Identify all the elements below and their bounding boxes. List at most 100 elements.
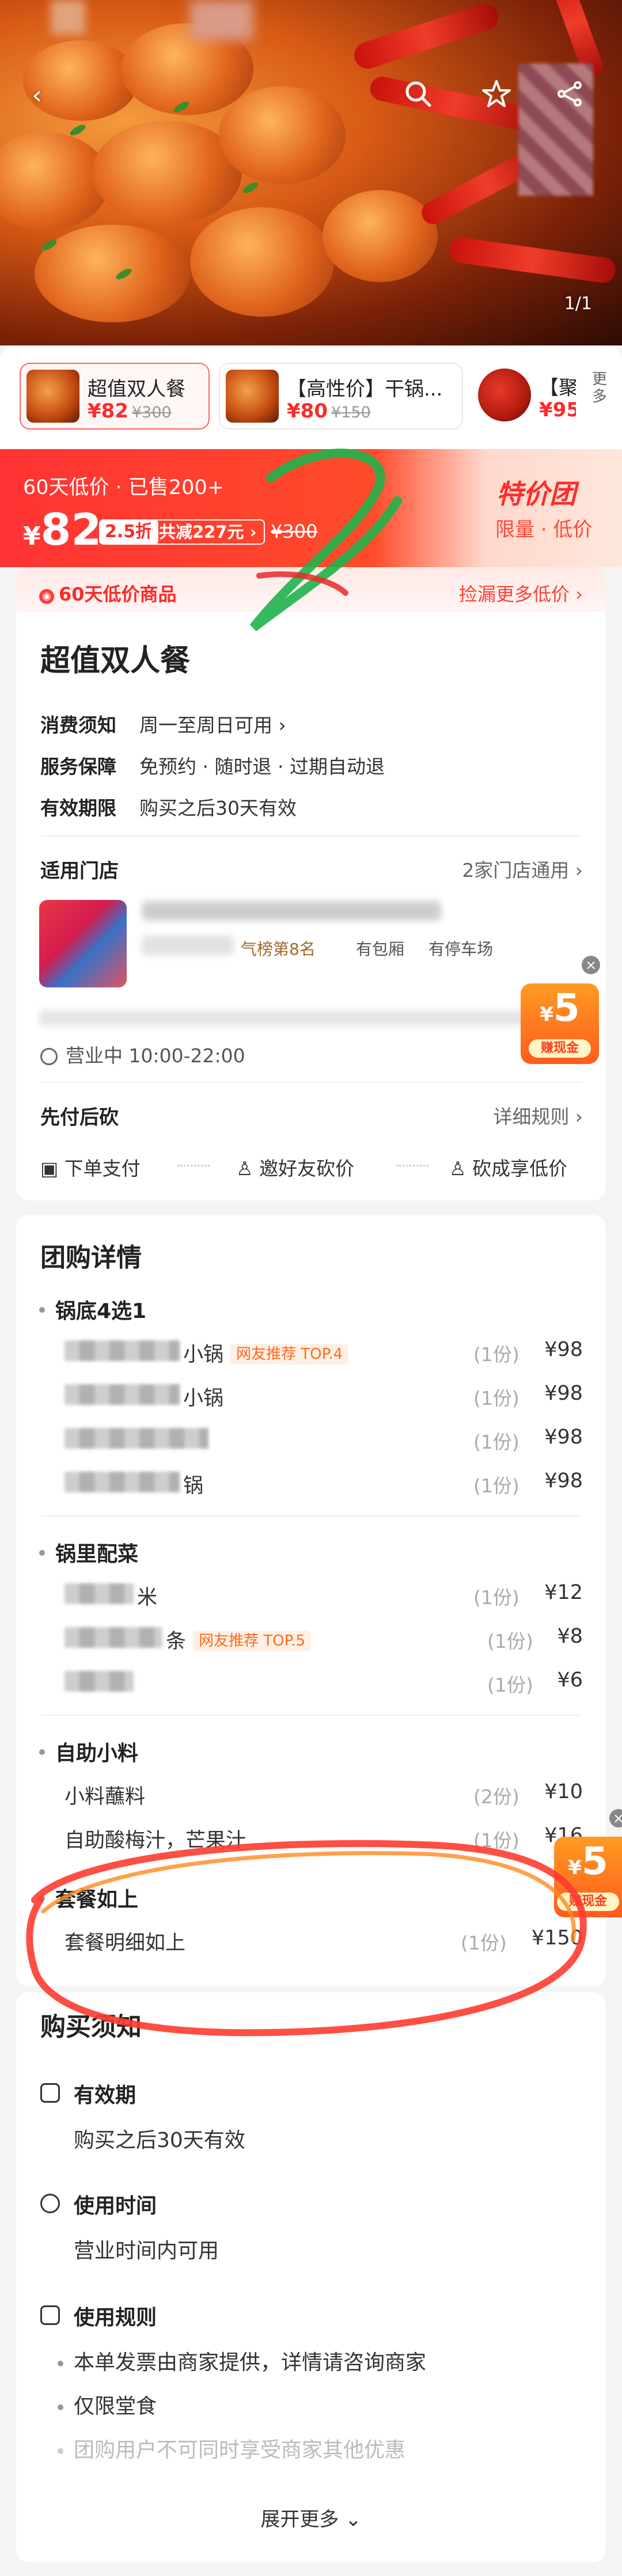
low-price-label: 60天低价商品 [59,583,177,605]
item-qty: (1份) [473,1586,519,1609]
cash-reward-badge[interactable]: ¥5 赚现金 [521,983,599,1064]
item-price: ¥10 [544,1780,583,1803]
pay-later-title: 先付后砍 [40,1106,119,1129]
validity-value: 购买之后30天有效 [139,797,297,819]
cash-label: 赚现金 [557,1893,619,1911]
star-icon[interactable] [479,78,514,113]
package-price: ¥80 [287,400,328,423]
hot-tag: 网友推荐 TOP.4 [230,1344,349,1365]
close-icon[interactable]: × [609,1809,622,1827]
details-title: 团购详情 [40,1243,142,1272]
item-price: ¥98 [544,1382,583,1405]
back-icon[interactable]: ‹ [20,78,54,113]
step-cut-price: ♙ 砍成享低价 [449,1157,568,1180]
service-label: 服务保障 [40,755,116,778]
item-qty: (1份) [473,1431,519,1453]
purchase-notes-card: 购买须知 有效期 购买之后30天有效 使用时间 营业时间内可用 使用规则 本单发… [16,1992,606,2562]
group-details-card: 团购详情 锅底4选1 小锅 网友推荐 TOP.4 (1份) ¥98 小锅 (1份)… [16,1215,606,1986]
validity-section-title: 有效期 [74,2084,136,2107]
usage-time-title: 使用时间 [74,2194,157,2218]
item-qty: (1份) [473,1343,519,1366]
clock-icon [40,2194,60,2213]
store-image[interactable] [39,900,127,987]
usage-time-text: 营业时间内可用 [74,2239,219,2263]
order-icon: ▣ [40,1157,65,1180]
deal-title: 超值双人餐 [40,644,191,678]
promo-banner: 60天低价 · 已售200+ ¥82 2.5折 共减227元 › ¥300 特价… [0,449,622,567]
item-price: ¥98 [544,1426,583,1449]
service-value: 免预约 · 随时退 · 过期自动退 [139,755,385,778]
close-icon[interactable]: × [582,956,600,974]
item-qty: (1份) [473,1475,519,1497]
package-name: 【高性价】干锅... [287,378,443,401]
package-price: ¥95 [539,398,576,421]
cash-amount: 5 [581,1839,608,1883]
package-old-price: ¥300 [131,404,172,421]
more-low-price-link[interactable]: 捡漏更多低价 › [459,580,583,606]
package-price: ¥82 [88,400,128,423]
more-packages-link[interactable]: 更多 [592,371,609,405]
item-name: 小料蘸料 [65,1785,146,1808]
package-name: 【聚 [539,377,576,400]
deal-info-card: ◉ 60天低价商品 捡漏更多低价 › 超值双人餐 消费须知 周一至周日可用 › 服… [16,567,606,1200]
item-price: ¥12 [544,1581,583,1604]
rule-value-link[interactable]: 周一至周日可用 › [139,710,286,738]
rule-item: 本单发票由商家提供，详情请咨询商家 [74,2351,427,2374]
group-name: 套餐如上 [55,1888,139,1912]
special-group-subtitle: 限量 · 低价 [495,518,593,541]
expand-more-button[interactable]: 展开更多 ⌄ [16,2503,606,2532]
package-name: 超值双人餐 [88,378,185,401]
user-icon: ♙ [236,1157,260,1180]
special-group-title: 特价团 [496,478,576,510]
rule-item: 仅限堂食 [74,2395,157,2418]
hero-image: ‹ 1/1 [0,0,622,345]
search-icon[interactable] [401,78,435,113]
divider [40,1081,582,1082]
saved-amount-badge[interactable]: 共减227元 › [151,519,265,545]
item-name: 套餐明细如上 [65,1932,186,1955]
package-card[interactable]: 【聚 ¥95 [472,363,576,427]
rule-label: 消费须知 [40,714,116,736]
item-price: ¥98 [544,1338,583,1361]
stores-link[interactable]: 2家门店通用 › [462,855,583,883]
currency-symbol: ¥ [23,522,41,551]
cash-label: 赚现金 [529,1039,591,1058]
share-icon[interactable] [553,78,587,113]
item-price: ¥150 [531,1927,583,1950]
package-thumb [226,370,279,423]
cash-reward-badge[interactable]: ¥5 赚现金 [554,1837,622,1917]
store-rank-redacted [142,936,234,955]
group-name: 锅里配菜 [55,1542,139,1566]
item-qty: (1份) [473,1387,519,1409]
store-tag-parking: 有停车场 [428,940,494,959]
package-card[interactable]: 【高性价】干锅... ¥80 ¥150 [219,363,463,430]
item-qty: (1份) [487,1674,533,1696]
item-name: 米 [137,1586,158,1609]
item-price: ¥8 [557,1625,583,1648]
user-icon: ♙ [449,1157,473,1180]
item-name: 自助酸梅汁，芒果汁 [65,1829,246,1852]
pay-rules-link[interactable]: 详细规则 › [493,1101,583,1129]
store-rank-tag: 气榜第8名 [241,940,316,959]
item-price: ¥6 [557,1669,583,1692]
item-name: 小锅 网友推荐 TOP.4 [183,1338,349,1367]
item-qty: (1份) [461,1932,507,1954]
low-price-bar[interactable]: ◉ 60天低价商品 捡漏更多低价 › [16,567,606,612]
item-name: 条网友推荐 TOP.5 [166,1625,312,1654]
item-name: 小锅 [183,1387,224,1410]
currency-symbol: ¥ [568,1856,582,1879]
calendar-icon [40,2083,60,2103]
rules-icon [40,2305,60,2325]
store-address-redacted [39,1010,534,1025]
item-qty: (1份) [473,1829,519,1852]
validity-section-text: 购买之后30天有效 [74,2129,245,2152]
current-price: 82 [40,504,102,555]
notes-title: 购买须知 [40,2012,142,2042]
cash-amount: 5 [553,986,580,1030]
low-price-icon: ◉ [39,589,54,604]
step-order-pay: ▣ 下单支付 [40,1157,141,1180]
store-hours: 营业中 10:00-22:00 [40,1040,245,1068]
currency-symbol: ¥ [540,1003,553,1026]
package-card[interactable]: 超值双人餐 ¥82 ¥300 [20,363,210,430]
divider [40,835,582,837]
